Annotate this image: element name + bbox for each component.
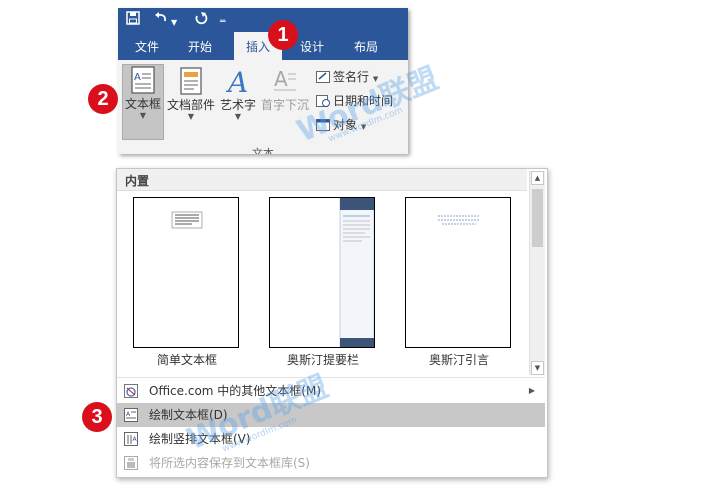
gallery-caption-austin-sidebar: 奥斯汀提要栏 <box>286 353 359 367</box>
quick-parts-label: 文档部件 <box>166 98 215 112</box>
quick-parts-button[interactable]: 文档部件 ▼ <box>166 66 216 138</box>
gallery-section-header: 内置 <box>117 169 527 191</box>
drop-cap-icon: A <box>274 67 296 91</box>
tab-home[interactable]: 开始 <box>178 32 222 60</box>
chevron-down-icon: ▼ <box>187 112 195 121</box>
redo-icon[interactable] <box>194 11 208 30</box>
group-label-text: 文本 <box>252 147 274 154</box>
menu-item-label: 将所选内容保存到文本框库(S) <box>149 456 310 470</box>
save-icon[interactable] <box>126 11 140 30</box>
austin-quote-preview <box>438 215 480 225</box>
gallery-caption-simple: 简单文本框 <box>156 353 217 367</box>
wordart-button[interactable]: A 艺术字 ▼ <box>218 66 258 138</box>
step-badge-3: 3 <box>82 402 112 432</box>
simple-textbox-preview <box>171 211 203 229</box>
wordart-icon: A <box>225 66 248 96</box>
gallery-scrollbar[interactable]: ▲ ▼ <box>529 171 545 375</box>
textbox-label: 文本框 <box>124 97 161 111</box>
textbox-button[interactable]: A 文本框 ▼ <box>122 64 164 140</box>
svg-text:A: A <box>274 67 288 91</box>
quick-parts-icon <box>180 67 202 95</box>
tab-file[interactable]: 文件 <box>126 32 168 60</box>
svg-text:A: A <box>225 66 248 96</box>
scroll-down-icon[interactable]: ▼ <box>531 361 544 375</box>
chevron-down-icon: ▼ <box>139 111 147 120</box>
wordart-label: 艺术字 <box>219 98 256 112</box>
scroll-thumb[interactable] <box>532 189 543 247</box>
gallery-thumb-simple[interactable] <box>133 197 239 348</box>
quick-access-toolbar: ▼ ═ <box>118 8 408 32</box>
save-to-gallery-icon <box>124 456 138 470</box>
draw-vertical-textbox-icon: A <box>124 432 138 446</box>
gallery-caption-austin-quote: 奥斯汀引言 <box>428 353 489 367</box>
step-badge-1: 1 <box>268 20 298 50</box>
gallery-thumb-austin-quote[interactable] <box>405 197 511 348</box>
draw-textbox-icon: A <box>124 408 138 422</box>
textbox-icon: A <box>131 66 155 94</box>
submenu-arrow-icon: ▶ <box>528 386 535 395</box>
tab-layout[interactable]: 布局 <box>344 32 388 60</box>
gallery-thumb-austin-sidebar[interactable] <box>269 197 375 348</box>
step-badge-2: 2 <box>88 84 118 114</box>
textbox-dropdown: 内置 ▲ ▼ 简单文本框 奥斯汀提要栏 奥斯汀引言 Office.com 中的其… <box>116 168 548 478</box>
menu-item-draw-vertical-textbox[interactable]: A 绘制竖排文本框(V) <box>117 427 545 451</box>
menu-item-save-to-gallery[interactable]: 将所选内容保存到文本框库(S) <box>117 451 545 475</box>
office-online-icon <box>124 384 138 398</box>
menu-divider <box>117 377 545 378</box>
chevron-down-icon: ▼ <box>234 112 242 121</box>
signature-icon <box>316 71 330 83</box>
undo-dropdown-icon[interactable]: ▼ <box>171 14 177 32</box>
customize-qat-icon[interactable]: ═ <box>220 13 225 31</box>
undo-icon[interactable] <box>154 11 168 30</box>
austin-sidebar-preview <box>339 197 375 348</box>
svg-text:A: A <box>134 72 141 83</box>
scroll-up-icon[interactable]: ▲ <box>531 171 544 185</box>
ribbon-tabs: 文件 开始 插入 设计 布局 <box>118 32 408 60</box>
